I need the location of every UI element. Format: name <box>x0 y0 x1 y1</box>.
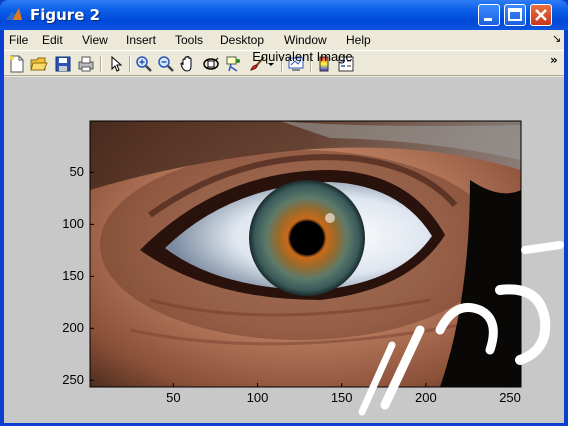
x-tick-label: 50 <box>166 390 181 405</box>
x-tick-label: 250 <box>499 390 521 405</box>
y-tick-label: 200 <box>62 320 84 336</box>
axes-plot[interactable] <box>0 0 568 426</box>
y-tick-label: 150 <box>62 268 84 284</box>
y-tick-label: 50 <box>69 164 84 180</box>
y-tick-label: 100 <box>62 216 84 232</box>
eye-photo <box>90 121 521 387</box>
x-tick-label: 200 <box>415 390 437 405</box>
y-tick-label: 250 <box>62 372 84 388</box>
x-tick-label: 100 <box>246 390 269 405</box>
x-tick-label: 150 <box>330 390 353 405</box>
